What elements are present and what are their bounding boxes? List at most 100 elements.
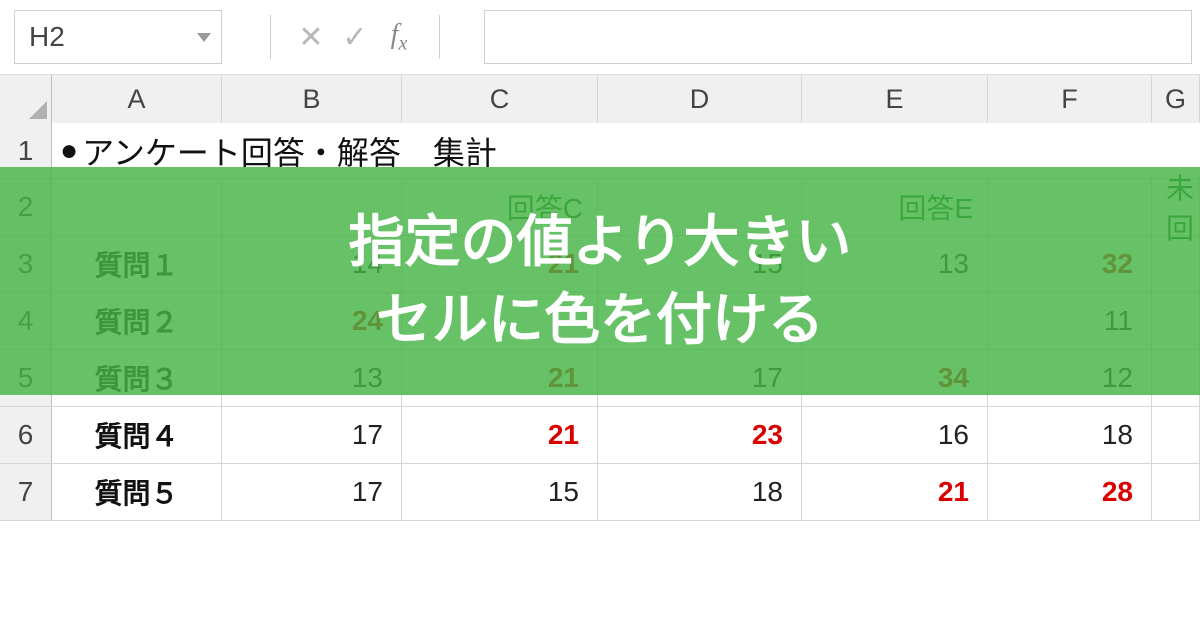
cell-value: 23 (752, 419, 783, 451)
cell-value: 21 (938, 476, 969, 508)
insert-function-button[interactable]: fx (377, 15, 421, 59)
cancel-button[interactable]: ✕ (289, 15, 333, 59)
cell[interactable]: 28 (988, 464, 1152, 520)
cell-value: 15 (548, 476, 579, 508)
row-header[interactable]: 6 (0, 407, 52, 463)
cell-value: 13 (352, 362, 383, 394)
cell[interactable] (1152, 464, 1200, 520)
name-box[interactable]: H2 (14, 10, 222, 64)
cell[interactable]: 34 (802, 350, 988, 406)
name-box-value: H2 (29, 21, 65, 53)
column-headers: A B C D E F G (0, 75, 1200, 123)
cell-value: 12 (1102, 362, 1133, 394)
row-header[interactable]: 5 (0, 350, 52, 406)
cell[interactable]: 質問３ (52, 350, 222, 406)
select-all-button[interactable] (0, 75, 52, 123)
cell-value: 24 (352, 305, 383, 337)
close-icon: ✕ (298, 20, 323, 55)
row-header[interactable]: 2 (0, 179, 52, 235)
cell[interactable] (1152, 293, 1200, 349)
fx-icon: fx (391, 19, 408, 56)
cell-value: 21 (548, 419, 579, 451)
cell[interactable]: 12 (988, 350, 1152, 406)
cell[interactable] (1152, 407, 1200, 463)
cell[interactable] (802, 293, 988, 349)
cell-value: 32 (1102, 248, 1133, 280)
cell-value: 15 (752, 248, 783, 280)
column-header[interactable]: G (1152, 75, 1200, 123)
cell[interactable] (222, 179, 402, 235)
cell[interactable]: 18 (988, 407, 1152, 463)
cell[interactable]: 18 (598, 464, 802, 520)
cell-value: 16 (938, 419, 969, 451)
cell[interactable] (988, 179, 1152, 235)
cell[interactable] (402, 293, 598, 349)
data-row: 5 質問３ 13 21 17 34 12 (0, 350, 1200, 407)
cell[interactable]: 21 (802, 464, 988, 520)
cell[interactable]: 15 (598, 236, 802, 292)
cell[interactable]: 11 (988, 293, 1152, 349)
check-icon: ✓ (342, 20, 367, 55)
cell-value: 18 (752, 476, 783, 508)
column-header[interactable]: A (52, 75, 222, 123)
cell[interactable] (598, 179, 802, 235)
cell-value: 17 (352, 476, 383, 508)
cell-value: 18 (1102, 419, 1133, 451)
cell[interactable]: 13 (802, 236, 988, 292)
cell[interactable] (52, 179, 222, 235)
cell[interactable]: 質問４ (52, 407, 222, 463)
cell-value: 17 (752, 362, 783, 394)
cell[interactable]: 17 (222, 464, 402, 520)
data-row: 2 回答C 回答E 未回 (0, 179, 1200, 236)
divider (439, 15, 440, 59)
title-cell[interactable]: ●アンケート回答・解答 集計 (52, 123, 222, 178)
row-header[interactable]: 7 (0, 464, 52, 520)
cell[interactable]: 32 (988, 236, 1152, 292)
cell[interactable]: 質問１ (52, 236, 222, 292)
column-header[interactable]: B (222, 75, 402, 123)
cell[interactable]: 17 (222, 407, 402, 463)
chevron-down-icon (197, 33, 211, 42)
cell[interactable]: 質問５ (52, 464, 222, 520)
cell[interactable]: 13 (222, 350, 402, 406)
cell[interactable] (598, 293, 802, 349)
cell[interactable]: 質問２ (52, 293, 222, 349)
column-header[interactable]: E (802, 75, 988, 123)
cell[interactable] (1152, 236, 1200, 292)
sheet-title: アンケート回答・解答 集計 (82, 128, 497, 174)
cell-value: 21 (548, 362, 579, 394)
cell[interactable]: 14 (222, 236, 402, 292)
data-row: 4 質問２ 24 11 (0, 293, 1200, 350)
cell-value: 21 (548, 248, 579, 280)
column-header[interactable]: C (402, 75, 598, 123)
formula-input[interactable] (484, 10, 1192, 64)
cell[interactable]: 21 (402, 350, 598, 406)
spreadsheet: A B C D E F G 1 ●アンケート回答・解答 集計 2 回答C 回答E… (0, 75, 1200, 521)
column-header[interactable]: F (988, 75, 1152, 123)
cell[interactable]: 23 (598, 407, 802, 463)
cell[interactable]: 21 (402, 407, 598, 463)
cell[interactable]: 回答C (402, 179, 598, 235)
data-row: 6 質問４ 17 21 23 16 18 (0, 407, 1200, 464)
cell-value: 11 (1104, 305, 1133, 337)
enter-button[interactable]: ✓ (333, 15, 377, 59)
cell[interactable]: 17 (598, 350, 802, 406)
cell[interactable]: 15 (402, 464, 598, 520)
cell[interactable] (1152, 350, 1200, 406)
cell-value: 14 (352, 248, 383, 280)
data-row: 3 質問１ 14 21 15 13 32 (0, 236, 1200, 293)
formula-bar: H2 ✕ ✓ fx (0, 0, 1200, 75)
cell[interactable]: 16 (802, 407, 988, 463)
cell[interactable]: 24 (222, 293, 402, 349)
cell[interactable]: 21 (402, 236, 598, 292)
cell-value: 28 (1102, 476, 1133, 508)
column-header[interactable]: D (598, 75, 802, 123)
row-header[interactable]: 4 (0, 293, 52, 349)
circle-icon: ● (60, 134, 78, 168)
cell[interactable]: 未回 (1152, 179, 1200, 235)
row-header[interactable]: 1 (0, 123, 52, 178)
data-row: 1 ●アンケート回答・解答 集計 (0, 123, 1200, 179)
cell[interactable]: 回答E (802, 179, 988, 235)
row-header[interactable]: 3 (0, 236, 52, 292)
cell-value: 17 (352, 419, 383, 451)
